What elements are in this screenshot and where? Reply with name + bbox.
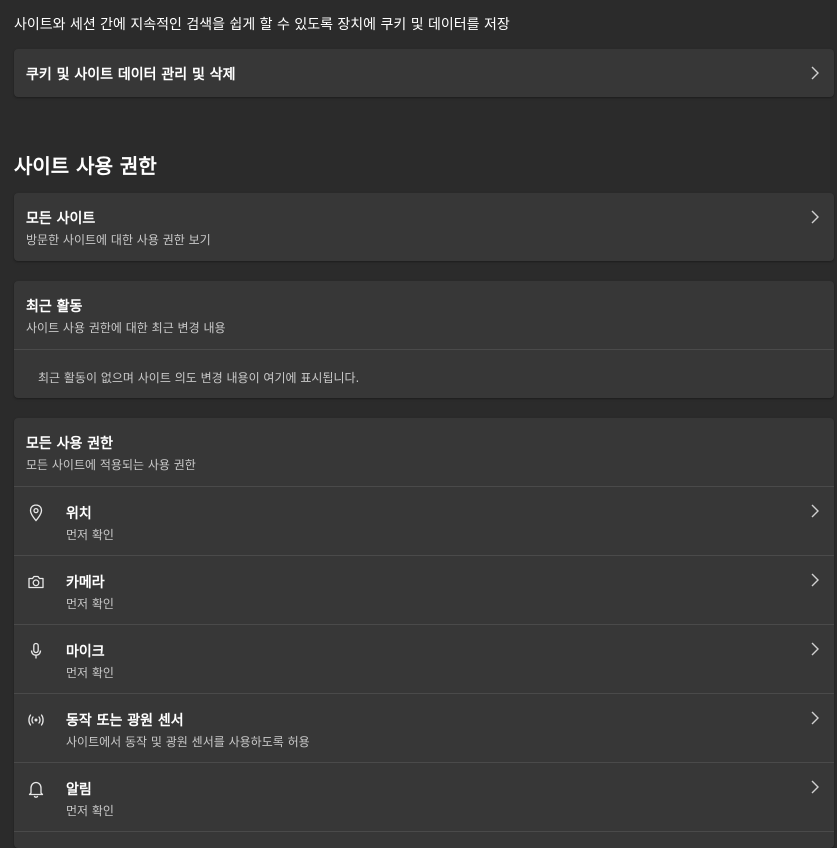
permission-item-microphone[interactable]: 마이크 먼저 확인 bbox=[14, 625, 834, 694]
divider bbox=[14, 349, 834, 350]
all-sites-subtitle: 방문한 사이트에 대한 사용 권한 보기 bbox=[26, 233, 211, 247]
all-permissions-card: 모든 사용 권한 모든 사이트에 적용되는 사용 권한 위치 먼저 확인 카메라… bbox=[14, 418, 834, 848]
all-sites-title: 모든 사이트 bbox=[26, 211, 96, 227]
permission-item-sensors[interactable]: 동작 또는 광원 센서 사이트에서 동작 및 광원 센서를 사용하도록 허용 bbox=[14, 694, 834, 763]
chevron-right-icon bbox=[811, 210, 819, 224]
cookies-card[interactable]: 쿠키 및 사이트 데이터 관리 및 삭제 bbox=[14, 49, 834, 97]
permission-status: 먼저 확인 bbox=[66, 528, 114, 542]
camera-icon bbox=[28, 575, 44, 589]
all-permissions-subtitle: 모든 사이트에 적용되는 사용 권한 bbox=[26, 458, 196, 472]
permission-status: 먼저 확인 bbox=[66, 804, 114, 818]
section-title: 사이트 사용 권한 bbox=[14, 154, 157, 178]
recent-activity-card: 최근 활동 사이트 사용 권한에 대한 최근 변경 내용 최근 활동이 없으며 … bbox=[14, 281, 834, 398]
cookies-manage-label: 쿠키 및 사이트 데이터 관리 및 삭제 bbox=[26, 67, 236, 83]
sensor-icon bbox=[28, 714, 44, 726]
permission-label: 동작 또는 광원 센서 bbox=[66, 713, 184, 729]
chevron-right-icon bbox=[811, 711, 819, 725]
microphone-icon bbox=[30, 642, 42, 659]
permission-item-location[interactable]: 위치 먼저 확인 bbox=[14, 487, 834, 556]
chevron-right-icon bbox=[811, 66, 819, 80]
permission-status: 먼저 확인 bbox=[66, 597, 114, 611]
permission-label: 카메라 bbox=[66, 575, 105, 591]
all-permissions-title: 모든 사용 권한 bbox=[26, 436, 114, 452]
permission-label: 마이크 bbox=[66, 644, 105, 660]
all-sites-card[interactable]: 모든 사이트 방문한 사이트에 대한 사용 권한 보기 bbox=[14, 193, 834, 261]
permission-item-notifications[interactable]: 알림 먼저 확인 bbox=[14, 763, 834, 832]
permission-item-camera[interactable]: 카메라 먼저 확인 bbox=[14, 556, 834, 625]
permission-label: 알림 bbox=[66, 782, 92, 798]
cookies-description: 사이트와 세션 간에 지속적인 검색을 쉽게 할 수 있도록 장치에 쿠키 및 … bbox=[14, 17, 510, 33]
chevron-right-icon bbox=[811, 573, 819, 587]
bell-icon bbox=[28, 781, 44, 798]
divider bbox=[14, 831, 834, 832]
permission-label: 위치 bbox=[66, 506, 92, 522]
chevron-right-icon bbox=[811, 642, 819, 656]
location-pin-icon bbox=[29, 504, 43, 522]
chevron-right-icon bbox=[811, 504, 819, 518]
permission-status: 먼저 확인 bbox=[66, 666, 114, 680]
recent-activity-empty-message: 최근 활동이 없으며 사이트 의도 변경 내용이 여기에 표시됩니다. bbox=[38, 371, 360, 385]
chevron-right-icon bbox=[811, 780, 819, 794]
permission-status: 사이트에서 동작 및 광원 센서를 사용하도록 허용 bbox=[66, 735, 310, 749]
recent-activity-subtitle: 사이트 사용 권한에 대한 최근 변경 내용 bbox=[26, 321, 226, 335]
recent-activity-title: 최근 활동 bbox=[26, 299, 83, 315]
